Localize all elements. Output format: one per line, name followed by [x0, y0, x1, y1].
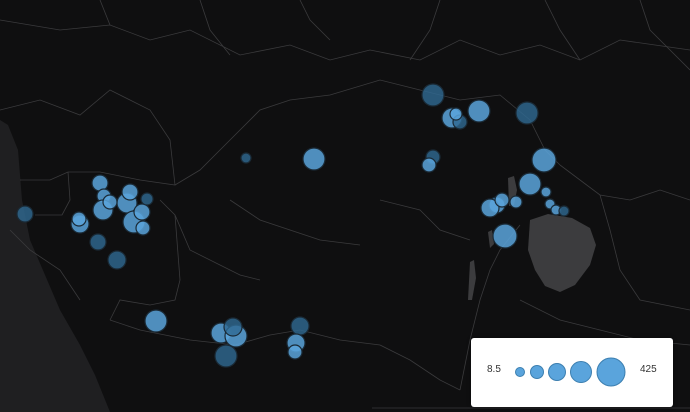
bubble-marker[interactable]: [89, 233, 107, 251]
size-legend: 8.5 425: [471, 338, 673, 407]
legend-max-label: 425: [640, 364, 657, 375]
legend-bubble-5: [596, 357, 626, 387]
bubble-marker[interactable]: [16, 205, 34, 223]
bubble-marker[interactable]: [71, 211, 87, 227]
bubble-marker[interactable]: [509, 195, 523, 209]
bubble-marker[interactable]: [494, 192, 510, 208]
legend-bubble-2: [530, 365, 544, 379]
bubble-marker[interactable]: [518, 172, 542, 196]
bubble-marker[interactable]: [102, 194, 118, 210]
bubble-marker[interactable]: [121, 183, 139, 201]
bubble-marker[interactable]: [144, 309, 168, 333]
bubble-marker[interactable]: [135, 220, 151, 236]
legend-bubble-4: [570, 361, 592, 383]
bubble-marker[interactable]: [515, 101, 539, 125]
bubble-marker[interactable]: [287, 344, 303, 360]
legend-bubble-3: [548, 363, 566, 381]
bubble-marker[interactable]: [449, 107, 463, 121]
bubble-marker[interactable]: [214, 344, 238, 368]
legend-bubble-1: [515, 367, 525, 377]
bubble-marker[interactable]: [531, 147, 557, 173]
bubble-marker[interactable]: [290, 316, 310, 336]
bubble-marker[interactable]: [492, 223, 518, 249]
bubble-marker[interactable]: [540, 186, 552, 198]
bubble-marker[interactable]: [240, 152, 252, 164]
map-canvas[interactable]: 8.5 425: [0, 0, 690, 412]
bubble-marker[interactable]: [302, 147, 326, 171]
bubble-marker[interactable]: [421, 83, 445, 107]
bubble-marker[interactable]: [467, 99, 491, 123]
bubble-marker[interactable]: [421, 157, 437, 173]
bubble-marker[interactable]: [107, 250, 127, 270]
bubble-marker[interactable]: [140, 192, 154, 206]
bubble-marker[interactable]: [558, 205, 570, 217]
bubble-marker[interactable]: [223, 317, 243, 337]
bubble-marker[interactable]: [133, 203, 151, 221]
